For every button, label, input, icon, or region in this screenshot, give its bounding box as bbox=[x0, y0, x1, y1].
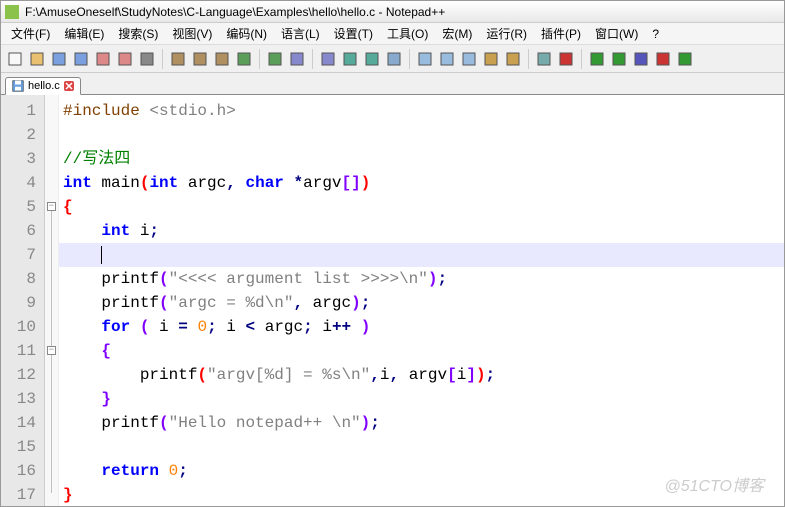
new-icon[interactable] bbox=[5, 49, 25, 69]
code-line[interactable]: printf("<<<< argument list >>>>\n"); bbox=[63, 267, 784, 291]
indent-guide-icon[interactable] bbox=[459, 49, 479, 69]
line-number: 12 bbox=[5, 363, 36, 387]
cut-icon[interactable] bbox=[168, 49, 188, 69]
tab-hello-c[interactable]: hello.c bbox=[5, 77, 81, 95]
code-line[interactable]: int i; bbox=[63, 219, 784, 243]
record2-icon[interactable] bbox=[653, 49, 673, 69]
line-number: 10 bbox=[5, 315, 36, 339]
line-number-gutter: 1234567891011121314151617 bbox=[1, 95, 45, 506]
line-number: 8 bbox=[5, 267, 36, 291]
disk-icon bbox=[12, 80, 24, 92]
line-number: 16 bbox=[5, 459, 36, 483]
zoom-out-icon[interactable] bbox=[362, 49, 382, 69]
menu-item[interactable]: 插件(P) bbox=[535, 23, 587, 44]
sync-icon[interactable] bbox=[384, 49, 404, 69]
line-number: 17 bbox=[5, 483, 36, 507]
lang-icon[interactable] bbox=[481, 49, 501, 69]
close-all-icon[interactable] bbox=[115, 49, 135, 69]
paste-icon[interactable] bbox=[212, 49, 232, 69]
replace-icon[interactable] bbox=[318, 49, 338, 69]
code-line[interactable] bbox=[63, 435, 784, 459]
menu-item[interactable]: 编辑(E) bbox=[58, 23, 110, 44]
code-area[interactable]: #include <stdio.h> //写法四int main(int argc… bbox=[59, 95, 784, 506]
record-icon[interactable] bbox=[556, 49, 576, 69]
line-number: 14 bbox=[5, 411, 36, 435]
code-line[interactable]: { bbox=[63, 195, 784, 219]
save-all-icon[interactable] bbox=[71, 49, 91, 69]
code-line[interactable]: { bbox=[63, 339, 784, 363]
code-line[interactable]: return 0; bbox=[63, 459, 784, 483]
menu-item[interactable]: 设置(T) bbox=[328, 23, 379, 44]
code-line[interactable]: printf("Hello notepad++ \n"); bbox=[63, 411, 784, 435]
play-icon[interactable] bbox=[587, 49, 607, 69]
menu-item[interactable]: 宏(M) bbox=[436, 23, 478, 44]
menu-item[interactable]: 编码(N) bbox=[220, 23, 273, 44]
code-line[interactable]: //写法四 bbox=[63, 147, 784, 171]
editor: 1234567891011121314151617 −− #include <s… bbox=[1, 95, 784, 506]
menu-item[interactable]: 窗口(W) bbox=[589, 23, 644, 44]
code-line[interactable]: } bbox=[63, 483, 784, 507]
fold-toggle[interactable]: − bbox=[47, 202, 56, 211]
line-number: 5 bbox=[5, 195, 36, 219]
line-number: 4 bbox=[5, 171, 36, 195]
save-icon[interactable] bbox=[49, 49, 69, 69]
code-line[interactable] bbox=[63, 123, 784, 147]
open-icon[interactable] bbox=[27, 49, 47, 69]
line-number: 11 bbox=[5, 339, 36, 363]
window-title: F:\AmuseOneself\StudyNotes\C-Language\Ex… bbox=[25, 5, 445, 19]
play-fast-icon[interactable] bbox=[609, 49, 629, 69]
code-line[interactable]: for ( i = 0; i < argc; i++ ) bbox=[63, 315, 784, 339]
menu-item[interactable]: ? bbox=[646, 25, 665, 43]
toolbar bbox=[1, 45, 784, 73]
line-number: 13 bbox=[5, 387, 36, 411]
fold-toggle[interactable]: − bbox=[47, 346, 56, 355]
stop-icon[interactable] bbox=[631, 49, 651, 69]
menu-item[interactable]: 搜索(S) bbox=[112, 23, 164, 44]
wordwrap-icon[interactable] bbox=[415, 49, 435, 69]
menu-item[interactable]: 视图(V) bbox=[166, 23, 218, 44]
menu-item[interactable]: 语言(L) bbox=[275, 23, 326, 44]
zoom-in-icon[interactable] bbox=[340, 49, 360, 69]
line-number: 9 bbox=[5, 291, 36, 315]
allchars-icon[interactable] bbox=[437, 49, 457, 69]
find-icon[interactable] bbox=[287, 49, 307, 69]
code-line[interactable]: } bbox=[63, 387, 784, 411]
tab-bar: hello.c bbox=[1, 73, 784, 95]
monitor-icon[interactable] bbox=[534, 49, 554, 69]
app-icon bbox=[5, 5, 19, 19]
code-line[interactable]: printf("argc = %d\n", argc); bbox=[63, 291, 784, 315]
code-line[interactable]: int main(int argc, char *argv[]) bbox=[63, 171, 784, 195]
line-number: 6 bbox=[5, 219, 36, 243]
close-icon[interactable] bbox=[64, 81, 74, 91]
line-number: 3 bbox=[5, 147, 36, 171]
line-number: 15 bbox=[5, 435, 36, 459]
menu-item[interactable]: 工具(O) bbox=[381, 23, 434, 44]
code-line[interactable] bbox=[63, 243, 784, 267]
redo-icon[interactable] bbox=[265, 49, 285, 69]
line-number: 2 bbox=[5, 123, 36, 147]
menu-item[interactable]: 文件(F) bbox=[5, 23, 56, 44]
copy-icon[interactable] bbox=[190, 49, 210, 69]
run-icon[interactable] bbox=[675, 49, 695, 69]
menu-item[interactable]: 运行(R) bbox=[480, 23, 533, 44]
undo-icon[interactable] bbox=[234, 49, 254, 69]
code-line[interactable]: #include <stdio.h> bbox=[63, 99, 784, 123]
fold-column: −− bbox=[45, 95, 59, 506]
line-number: 1 bbox=[5, 99, 36, 123]
code-line[interactable]: printf("argv[%d] = %s\n",i, argv[i]); bbox=[63, 363, 784, 387]
tab-label: hello.c bbox=[28, 80, 60, 92]
folder-icon[interactable] bbox=[503, 49, 523, 69]
print-icon[interactable] bbox=[137, 49, 157, 69]
title-bar: F:\AmuseOneself\StudyNotes\C-Language\Ex… bbox=[1, 1, 784, 23]
line-number: 7 bbox=[5, 243, 36, 267]
close-icon[interactable] bbox=[93, 49, 113, 69]
menu-bar: 文件(F)编辑(E)搜索(S)视图(V)编码(N)语言(L)设置(T)工具(O)… bbox=[1, 23, 784, 45]
